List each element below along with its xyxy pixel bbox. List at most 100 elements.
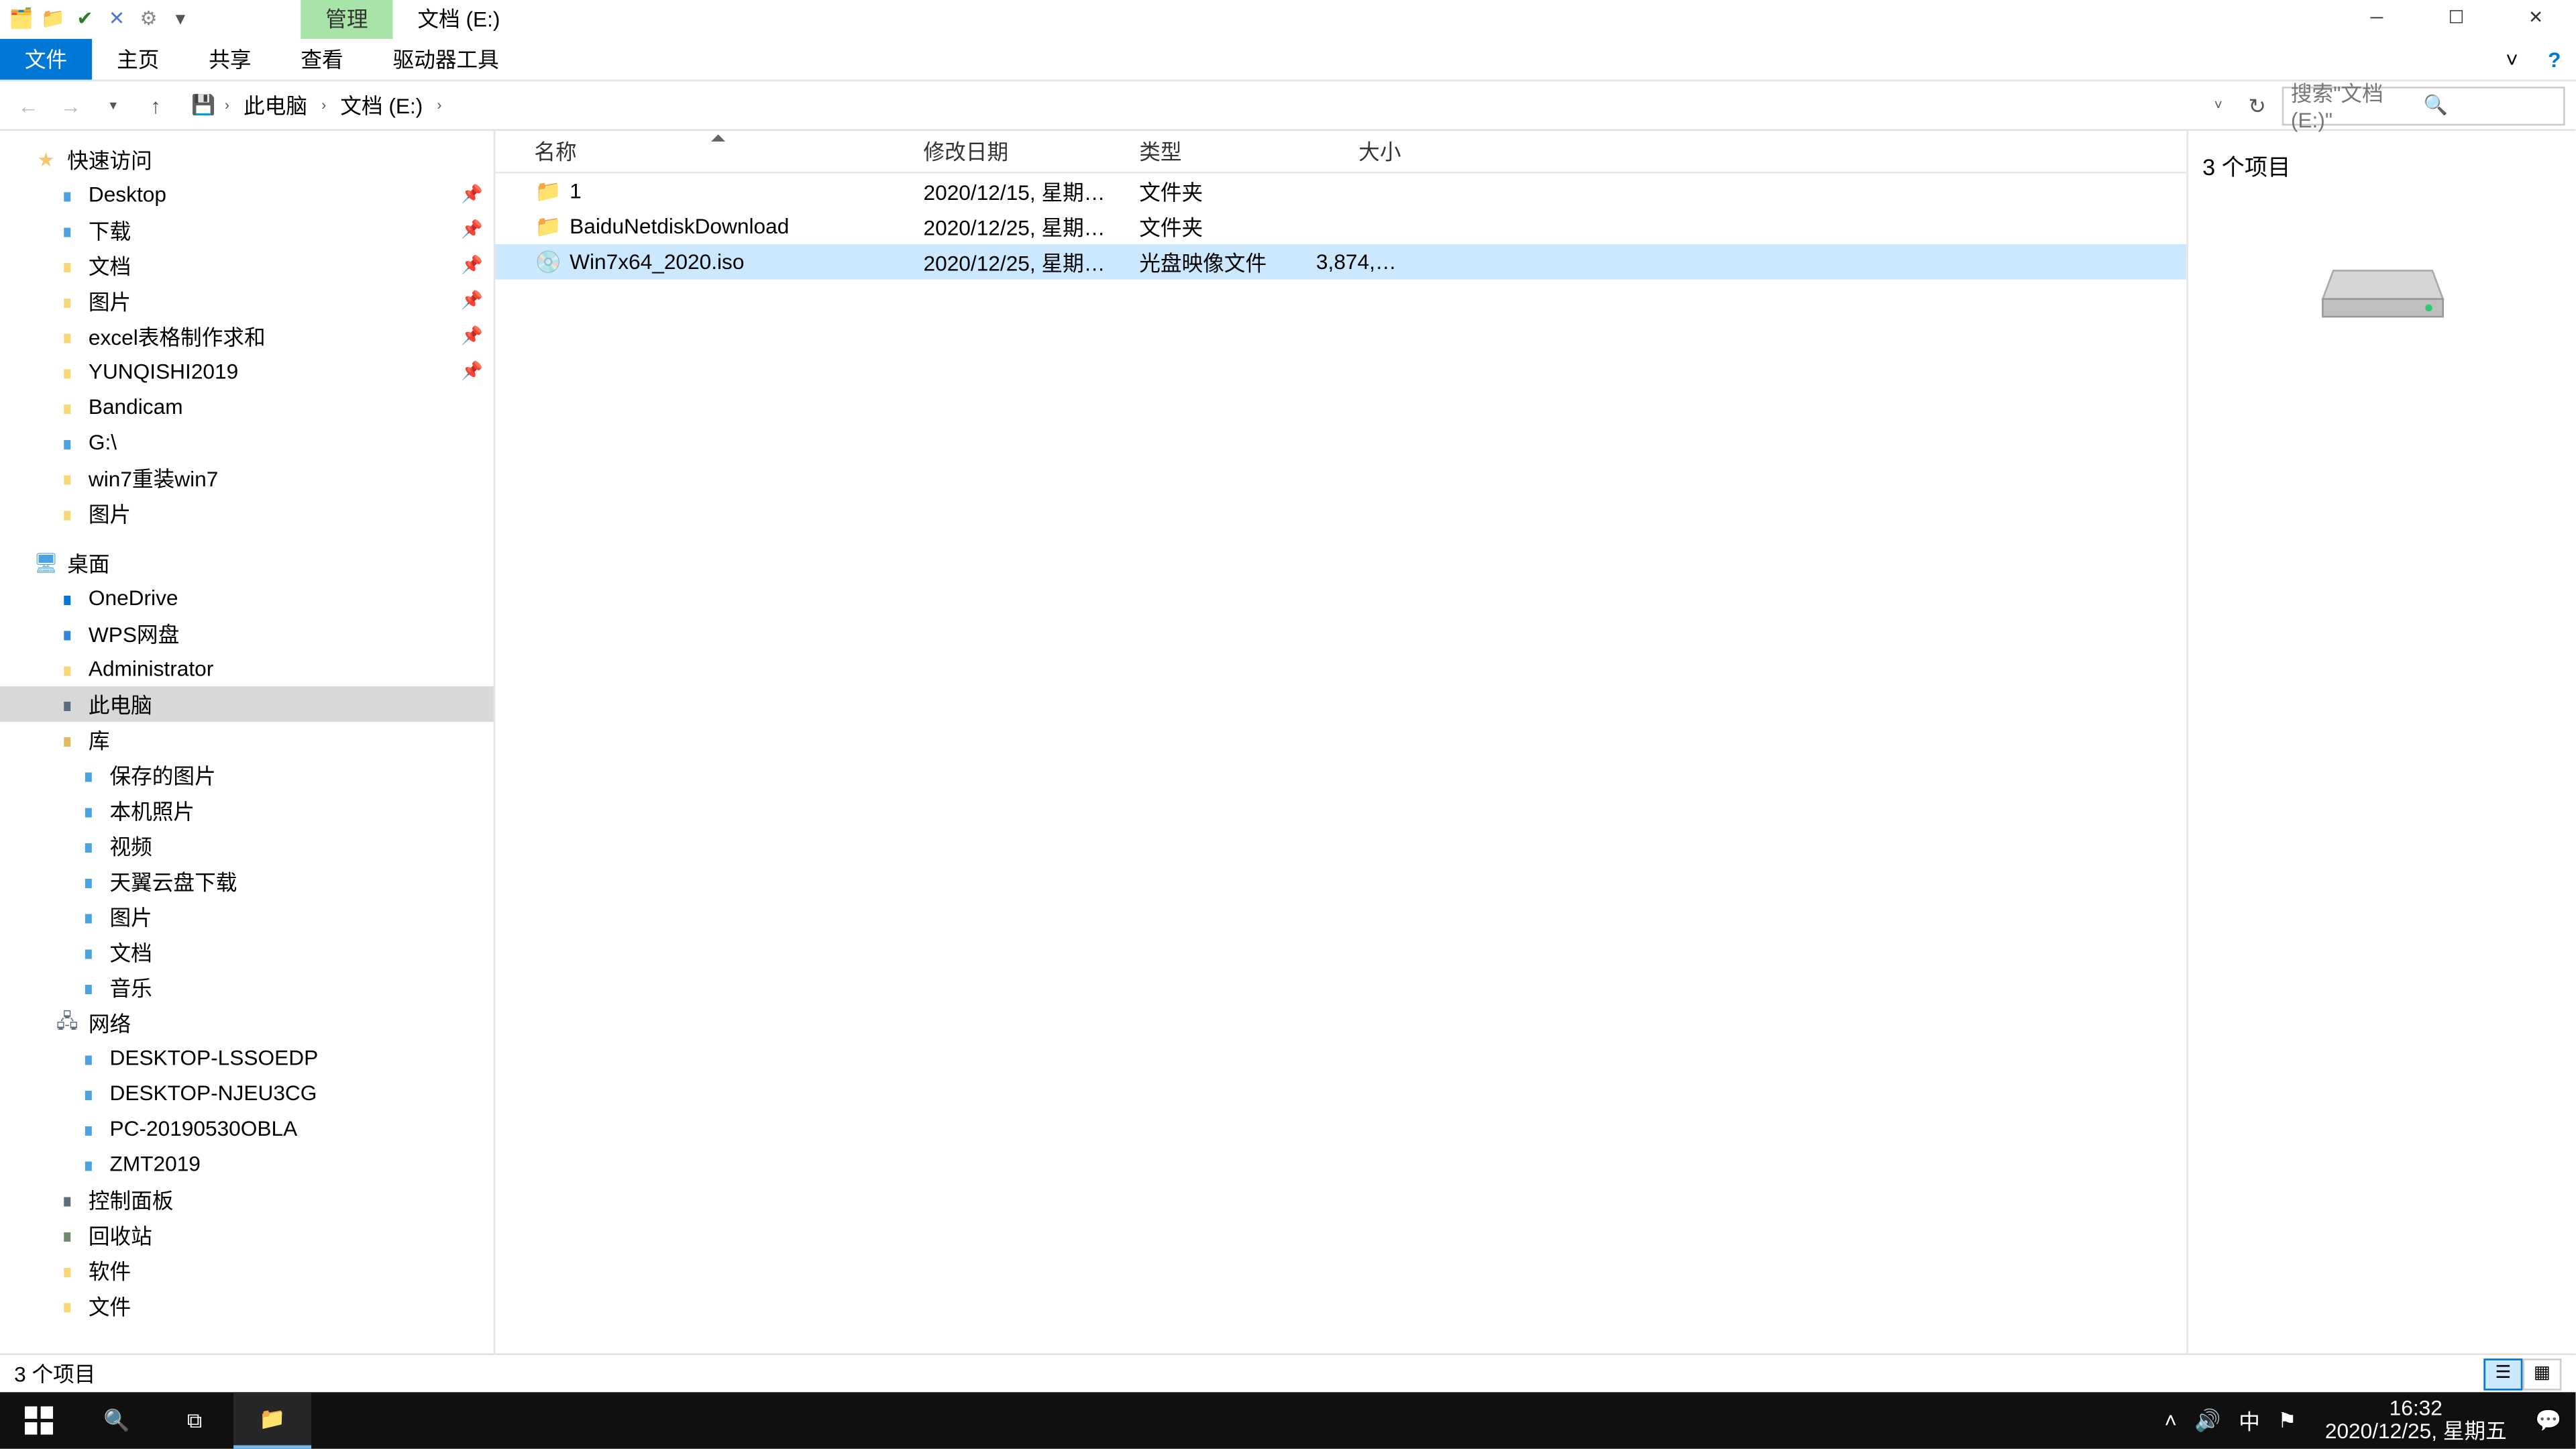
refresh-button[interactable]: ↻ — [2239, 88, 2275, 123]
tree-item[interactable]: ∎ 图片 — [0, 899, 494, 934]
tree-item[interactable]: ∎ Bandicam — [0, 389, 494, 425]
ribbon-expand-icon[interactable]: ˅ — [2491, 39, 2533, 80]
tree-item[interactable]: ∎ 控制面板 — [0, 1182, 494, 1218]
breadcrumb[interactable]: 💾 › 此电脑 › 文档 (E:) › — [180, 85, 2194, 126]
crumb-this-pc[interactable]: 此电脑 — [236, 87, 314, 123]
tree-item[interactable]: ∎ WPS网盘 — [0, 616, 494, 651]
tree-item[interactable]: ∎ 文档 — [0, 934, 494, 969]
tree-item[interactable]: ∎ excel表格制作求和 📌 — [0, 319, 494, 354]
column-date[interactable]: 修改日期 — [913, 136, 1129, 166]
tray-expand-icon[interactable]: ˄ — [2165, 1408, 2178, 1433]
tree-item-icon: ∎ — [53, 619, 81, 647]
chevron-right-icon[interactable]: › — [318, 97, 330, 113]
tree-item[interactable]: ∎ PC-20190530OBLA — [0, 1111, 494, 1146]
tree-item[interactable]: ∎ Desktop 📌 — [0, 177, 494, 213]
tree-item[interactable]: ∎ 视频 — [0, 828, 494, 863]
tree-item[interactable]: ∎ 库 — [0, 722, 494, 757]
navigation-pane[interactable]: ★ 快速访问 ∎ Desktop 📌 ∎ 下载 📌 ∎ 文档 📌 ∎ 图片 📌 … — [0, 131, 495, 1353]
ribbon-tab-file[interactable]: 文件 — [0, 39, 92, 80]
qat-dropdown-icon[interactable]: ▾ — [166, 5, 195, 33]
tree-item-label: YUNQISHI2019 — [89, 359, 238, 384]
tree-item[interactable]: ∎ 天翼云盘下载 — [0, 863, 494, 899]
tree-item[interactable]: ∎ ZMT2019 — [0, 1146, 494, 1182]
tree-item[interactable]: ∎ 回收站 — [0, 1217, 494, 1252]
file-row[interactable]: 📁 BaiduNetdiskDownload 2020/12/25, 星期五 1… — [495, 209, 2186, 244]
search-input[interactable]: 搜索"文档 (E:)" 🔍 — [2282, 86, 2565, 125]
file-icon: 📁 — [534, 177, 562, 205]
tree-item[interactable]: ∎ 下载 📌 — [0, 212, 494, 248]
tree-item-label: 音乐 — [109, 972, 152, 1002]
close-button[interactable]: ✕ — [2496, 0, 2576, 38]
tree-network[interactable]: 🖧 网络 — [0, 1005, 494, 1040]
check-icon[interactable]: ✔ — [70, 5, 99, 33]
tree-item[interactable]: ∎ 图片 📌 — [0, 283, 494, 319]
file-rows[interactable]: 📁 1 2020/12/15, 星期二 1... 文件夹 📁 BaiduNetd… — [495, 173, 2186, 1353]
taskbar-clock[interactable]: 16:32 2020/12/25, 星期五 — [2314, 1397, 2518, 1444]
column-name[interactable]: 名称 — [524, 136, 913, 166]
task-view-button[interactable]: ⧉ — [156, 1392, 233, 1448]
icons-view-button[interactable]: ▦ — [2522, 1358, 2561, 1389]
tree-item[interactable]: ∎ G:\ — [0, 425, 494, 460]
address-dropdown-icon[interactable]: ˅ — [2200, 88, 2236, 123]
tree-item[interactable]: ∎ OneDrive — [0, 580, 494, 616]
notification-flag-icon[interactable]: ⚑ — [2277, 1408, 2296, 1433]
tree-quick-access[interactable]: ★ 快速访问 — [0, 142, 494, 177]
help-icon[interactable]: ? — [2533, 39, 2575, 80]
tree-item-label: 库 — [89, 724, 110, 755]
tree-item[interactable]: ∎ 软件 — [0, 1252, 494, 1288]
tree-desktop[interactable]: 🖥 桌面 — [0, 545, 494, 580]
ribbon-tab-view[interactable]: 查看 — [276, 39, 368, 80]
tree-item[interactable]: ∎ win7重装win7 — [0, 460, 494, 496]
gear-icon[interactable]: ⚙ — [134, 5, 162, 33]
tree-item-label: 控制面板 — [89, 1184, 174, 1214]
ribbon-tab-drive-tools[interactable]: 驱动器工具 — [368, 39, 524, 80]
tree-item[interactable]: ∎ 本机照片 — [0, 792, 494, 828]
search-icon[interactable]: 🔍 — [2424, 94, 2557, 117]
back-button[interactable]: ← — [11, 88, 46, 123]
tree-item[interactable]: ∎ YUNQISHI2019 📌 — [0, 354, 494, 389]
start-button[interactable] — [0, 1392, 78, 1448]
tree-item[interactable]: ∎ 保存的图片 — [0, 757, 494, 793]
window-controls: ─ ☐ ✕ — [2337, 0, 2575, 38]
recent-locations-icon[interactable]: ▾ — [95, 88, 131, 123]
ribbon-tab-home[interactable]: 主页 — [92, 39, 184, 80]
tree-item[interactable]: ∎ 文件 — [0, 1288, 494, 1324]
column-type[interactable]: 类型 — [1128, 136, 1305, 166]
volume-icon[interactable]: 🔊 — [2194, 1408, 2220, 1433]
tree-item[interactable]: ∎ Administrator — [0, 651, 494, 686]
tree-item[interactable]: ∎ 图片 — [0, 495, 494, 531]
close-blue-icon[interactable]: ✕ — [103, 5, 131, 33]
details-view-button[interactable]: ☰ — [2483, 1358, 2522, 1389]
tree-item[interactable]: ∎ DESKTOP-LSSOEDP — [0, 1040, 494, 1076]
status-bar: 3 个项目 ☰ ▦ — [0, 1353, 2575, 1392]
ribbon-tab-share[interactable]: 共享 — [184, 39, 276, 80]
pin-icon: 📌 — [461, 291, 483, 311]
file-row[interactable]: 💿 Win7x64_2020.iso 2020/12/25, 星期五 1... … — [495, 244, 2186, 280]
tree-item[interactable]: ∎ 文档 📌 — [0, 248, 494, 283]
contextual-tab-manage[interactable]: 管理 — [301, 0, 392, 39]
minimize-button[interactable]: ─ — [2337, 0, 2416, 38]
tree-item-label: Bandicam — [89, 394, 183, 419]
crumb-drive[interactable]: 文档 (E:) — [333, 87, 430, 123]
tree-item-label: win7重装win7 — [89, 463, 218, 493]
chevron-right-icon[interactable]: › — [221, 97, 233, 113]
explorer-task-button[interactable]: 📁 — [233, 1392, 311, 1448]
tree-item[interactable]: ∎ 音乐 — [0, 969, 494, 1005]
tree-item-icon: ∎ — [53, 1221, 81, 1249]
tree-item[interactable]: ∎ 此电脑 — [0, 686, 494, 722]
tree-item-icon: ∎ — [53, 216, 81, 244]
column-size[interactable]: 大小 — [1305, 136, 1411, 166]
tree-item-icon: ∎ — [53, 464, 81, 492]
ime-icon[interactable]: 中 — [2239, 1405, 2260, 1436]
pin-icon: 📌 — [461, 256, 483, 275]
forward-button[interactable]: → — [53, 88, 89, 123]
file-row[interactable]: 📁 1 2020/12/15, 星期二 1... 文件夹 — [495, 173, 2186, 209]
maximize-button[interactable]: ☐ — [2416, 0, 2496, 38]
action-center-icon[interactable]: 💬 — [2535, 1408, 2561, 1433]
search-task-button[interactable]: 🔍 — [78, 1392, 156, 1448]
tree-item[interactable]: ∎ DESKTOP-NJEU3CG — [0, 1075, 494, 1111]
up-button[interactable]: ↑ — [138, 88, 174, 123]
folder-qat-icon[interactable]: 📁 — [39, 5, 67, 33]
chevron-right-icon[interactable]: › — [433, 97, 445, 113]
tree-item-icon: ∎ — [53, 725, 81, 753]
